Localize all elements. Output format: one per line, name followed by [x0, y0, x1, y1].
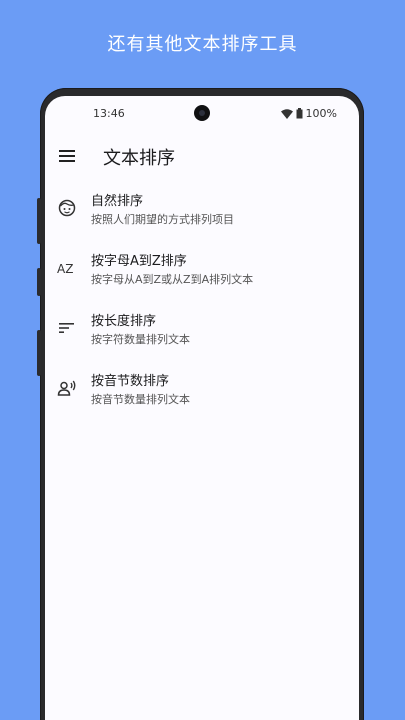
item-subtitle: 按照人们期望的方式排列项目 [91, 213, 234, 226]
list-item-length-sort[interactable]: 按长度排序 按字符数量排列文本 [45, 306, 359, 366]
phone-side-button [37, 268, 41, 296]
az-icon-text: AZ [57, 262, 74, 276]
camera-icon [194, 105, 210, 121]
item-subtitle: 按字符数量排列文本 [91, 333, 190, 346]
battery-icon [296, 108, 303, 119]
phone-side-button [37, 330, 41, 376]
promo-stage: 还有其他文本排序工具 13:46 100% 文本排序 自然排序 按照人们期望的方… [0, 0, 405, 720]
voice-person-icon [57, 380, 76, 396]
smile-face-icon [58, 199, 76, 217]
list-item-syllable-sort[interactable]: 按音节数排序 按音节数量排列文本 [45, 366, 359, 426]
status-time: 13:46 [93, 107, 125, 120]
app-title: 文本排序 [103, 148, 175, 169]
item-title: 按长度排序 [91, 314, 157, 329]
item-subtitle: 按音节数量排列文本 [91, 393, 190, 406]
battery-percent: 100% [305, 107, 337, 120]
phone-side-button [37, 198, 41, 244]
list-item-natural-sort[interactable]: 自然排序 按照人们期望的方式排列项目 [45, 186, 359, 246]
item-title: 自然排序 [91, 194, 144, 209]
az-sort-icon: AZ [57, 262, 77, 282]
item-subtitle: 按字母从A到Z或从Z到A排列文本 [91, 273, 254, 286]
app-bar: 文本排序 [45, 136, 359, 176]
menu-icon[interactable] [59, 150, 75, 162]
sort-tool-list: 自然排序 按照人们期望的方式排列项目 AZ 按字母A到Z排序 按字母从A到Z或从… [45, 186, 359, 426]
length-sort-icon [59, 323, 74, 333]
list-item-alpha-sort[interactable]: AZ 按字母A到Z排序 按字母从A到Z或从Z到A排列文本 [45, 246, 359, 306]
promo-title: 还有其他文本排序工具 [107, 34, 298, 55]
status-bar: 13:46 100% [45, 96, 359, 132]
status-right: 100% [280, 107, 337, 120]
item-title: 按音节数排序 [91, 374, 170, 389]
phone-screen: 13:46 100% 文本排序 自然排序 按照人们期望的方式排列项目 AZ 按字… [45, 96, 359, 720]
item-title: 按字母A到Z排序 [91, 254, 187, 269]
wifi-icon [280, 108, 293, 119]
